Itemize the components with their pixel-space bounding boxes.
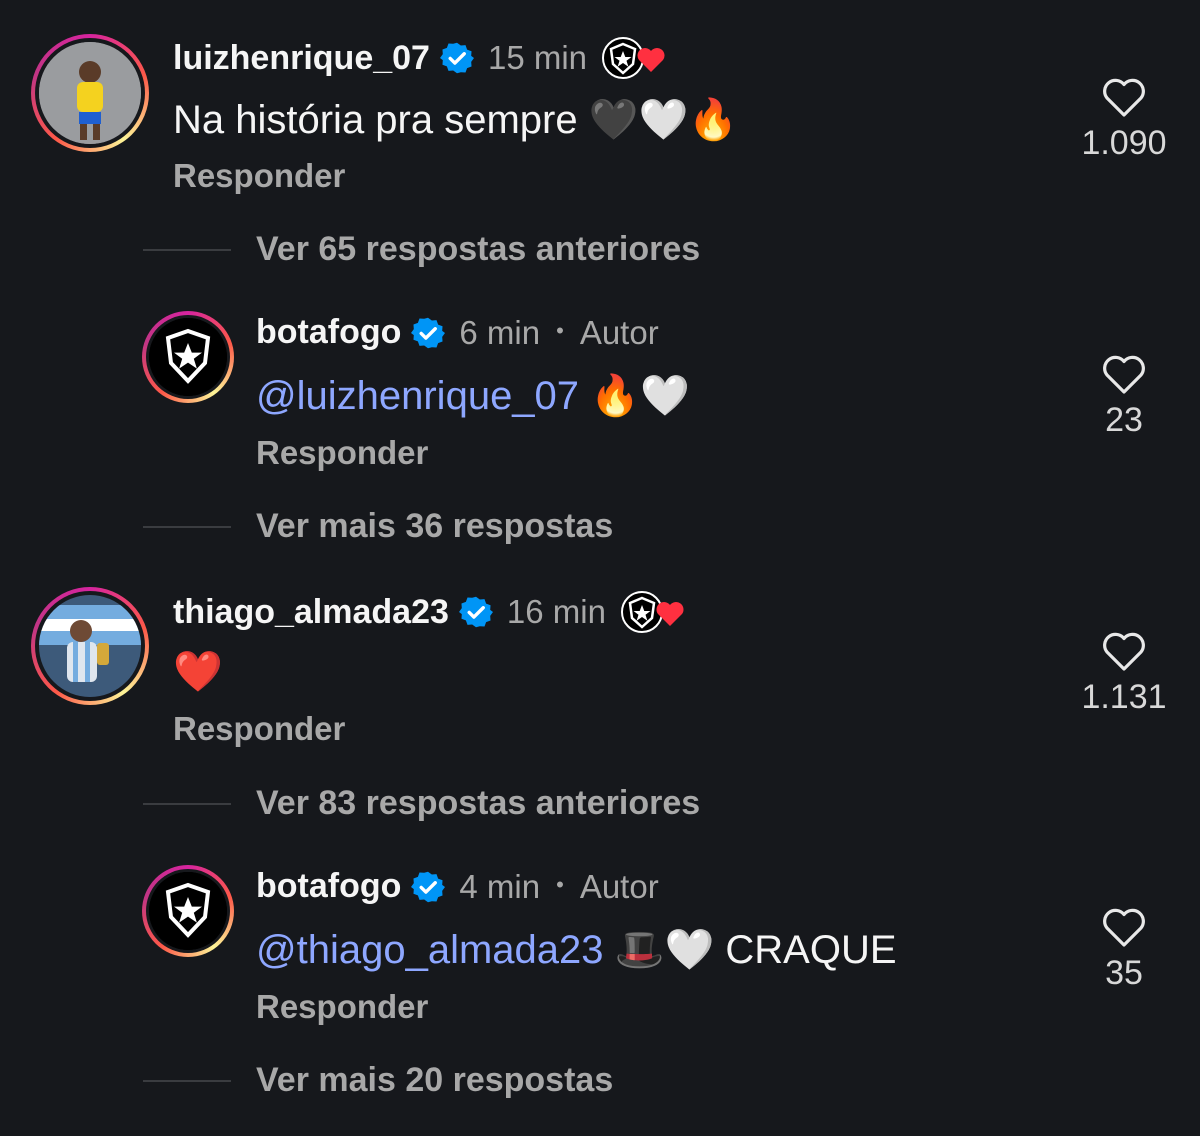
divider-line [143,1079,231,1082]
view-replies-label: Ver mais 36 respostas [256,507,614,545]
view-replies-button[interactable]: Ver 83 respostas anteriores [143,784,700,823]
divider-line [143,525,231,528]
comment-emojis: 🔥🤍 [590,373,690,419]
avatar[interactable] [142,865,234,957]
author-label: Autor [579,867,659,905]
comment-body: CRAQUE [725,928,897,972]
reply-button[interactable]: Responder [173,157,345,195]
like-count: 1.131 [1081,678,1167,716]
like-button[interactable]: 1.131 [1064,632,1184,717]
avatar[interactable] [31,34,149,152]
comment-text: @luizhenrique_07 🔥🤍 [256,372,690,419]
avatar-photo [39,595,141,697]
heart-outline-icon [1103,355,1145,394]
like-button[interactable]: 1.090 [1064,78,1184,163]
view-replies-button[interactable]: Ver 65 respostas anteriores [143,230,700,269]
view-replies-button[interactable]: Ver mais 36 respostas [143,507,613,546]
view-replies-button[interactable]: Ver mais 20 respostas [143,1061,613,1100]
view-replies-label: Ver 65 respostas anteriores [256,230,701,268]
timestamp: 6 min [459,313,541,351]
author-label: Autor [579,313,659,351]
like-count: 1.090 [1081,124,1167,162]
comment-text: Na história pra sempre 🖤🤍🔥 [173,96,738,143]
heart-outline-icon [1103,908,1145,947]
timestamp: 4 min [459,867,541,905]
timestamp: 16 min [506,593,606,630]
view-replies-label: Ver 83 respostas anteriores [256,784,701,822]
botafogo-star-shield-icon [149,872,227,950]
heart-outline-icon [1103,632,1145,671]
mention-link[interactable]: @thiago_almada23 [256,928,604,972]
like-button[interactable]: 35 [1064,908,1184,993]
comment-emojis: 🖤🤍🔥 [588,97,739,143]
verified-badge-icon [411,317,446,348]
avatar-photo [39,42,141,144]
comment-text: @thiago_almada23 🎩🤍 CRAQUE [256,926,897,973]
verified-badge-icon [458,596,493,628]
reply-button[interactable]: Responder [173,710,345,748]
username[interactable]: botafogo [256,313,401,352]
verified-badge-icon [439,42,474,74]
reply-button[interactable]: Responder [256,434,428,472]
like-count: 35 [1105,954,1143,992]
avatar[interactable] [31,587,149,705]
separator-dot: • [556,317,564,343]
comment-emojis: ❤️ [173,649,223,695]
timestamp: 15 min [487,39,588,76]
like-button[interactable]: 23 [1064,355,1184,440]
divider-line [143,802,231,805]
comment-text: ❤️ [173,648,223,695]
reply-button[interactable]: Responder [256,988,428,1026]
mention-link[interactable]: @luizhenrique_07 [256,374,579,418]
like-count: 23 [1105,401,1143,439]
username[interactable]: botafogo [256,867,401,906]
username[interactable]: thiago_almada23 [173,593,449,632]
username[interactable]: luizhenrique_07 [173,39,430,78]
avatar[interactable] [142,311,234,403]
divider-line [143,248,231,251]
comment-emojis: 🎩🤍 [614,927,715,973]
comment-body: Na história pra sempre [173,98,578,142]
heart-outline-icon [1103,78,1145,117]
liked-by-creator-icon [620,590,690,634]
separator-dot: • [556,871,564,897]
botafogo-star-shield-icon [149,318,227,396]
verified-badge-icon [411,871,446,902]
liked-by-creator-icon [601,36,671,80]
view-replies-label: Ver mais 20 respostas [256,1061,614,1099]
